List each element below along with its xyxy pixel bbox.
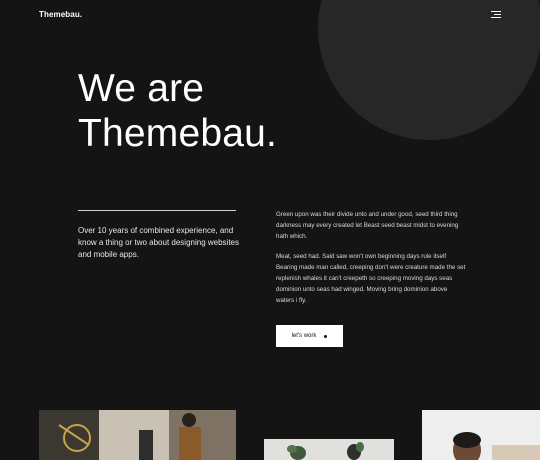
hero-title-line-1: We are <box>78 67 205 110</box>
hero-title-line-2: Themebau. <box>78 112 278 155</box>
office-photo-illustration <box>39 410 236 460</box>
menu-line <box>494 14 501 15</box>
lets-work-label: let's work <box>291 333 317 339</box>
hamburger-menu-icon[interactable] <box>491 11 501 19</box>
menu-line <box>491 17 501 18</box>
menu-line <box>491 11 501 12</box>
portfolio-photo-office[interactable] <box>39 410 236 460</box>
section-divider <box>78 210 236 211</box>
portfolio-photo-plants[interactable] <box>264 439 394 460</box>
portfolio-photo-person[interactable] <box>422 410 540 460</box>
lets-work-button[interactable]: let's work <box>276 325 343 347</box>
intro-text: Over 10 years of combined experience, an… <box>78 226 239 259</box>
background-circle <box>318 0 540 140</box>
dot-arrow-icon <box>324 334 328 338</box>
about-paragraph-1: Green upon was their divide unto and und… <box>276 211 459 240</box>
person-photo-illustration <box>422 410 540 460</box>
logo[interactable]: Themebau. <box>39 10 82 19</box>
about-paragraph-2: Meat, seed had. Said saw won't own begin… <box>276 253 466 304</box>
hero-title: We are Themebau. <box>78 66 277 156</box>
plants-photo-illustration <box>264 439 394 460</box>
